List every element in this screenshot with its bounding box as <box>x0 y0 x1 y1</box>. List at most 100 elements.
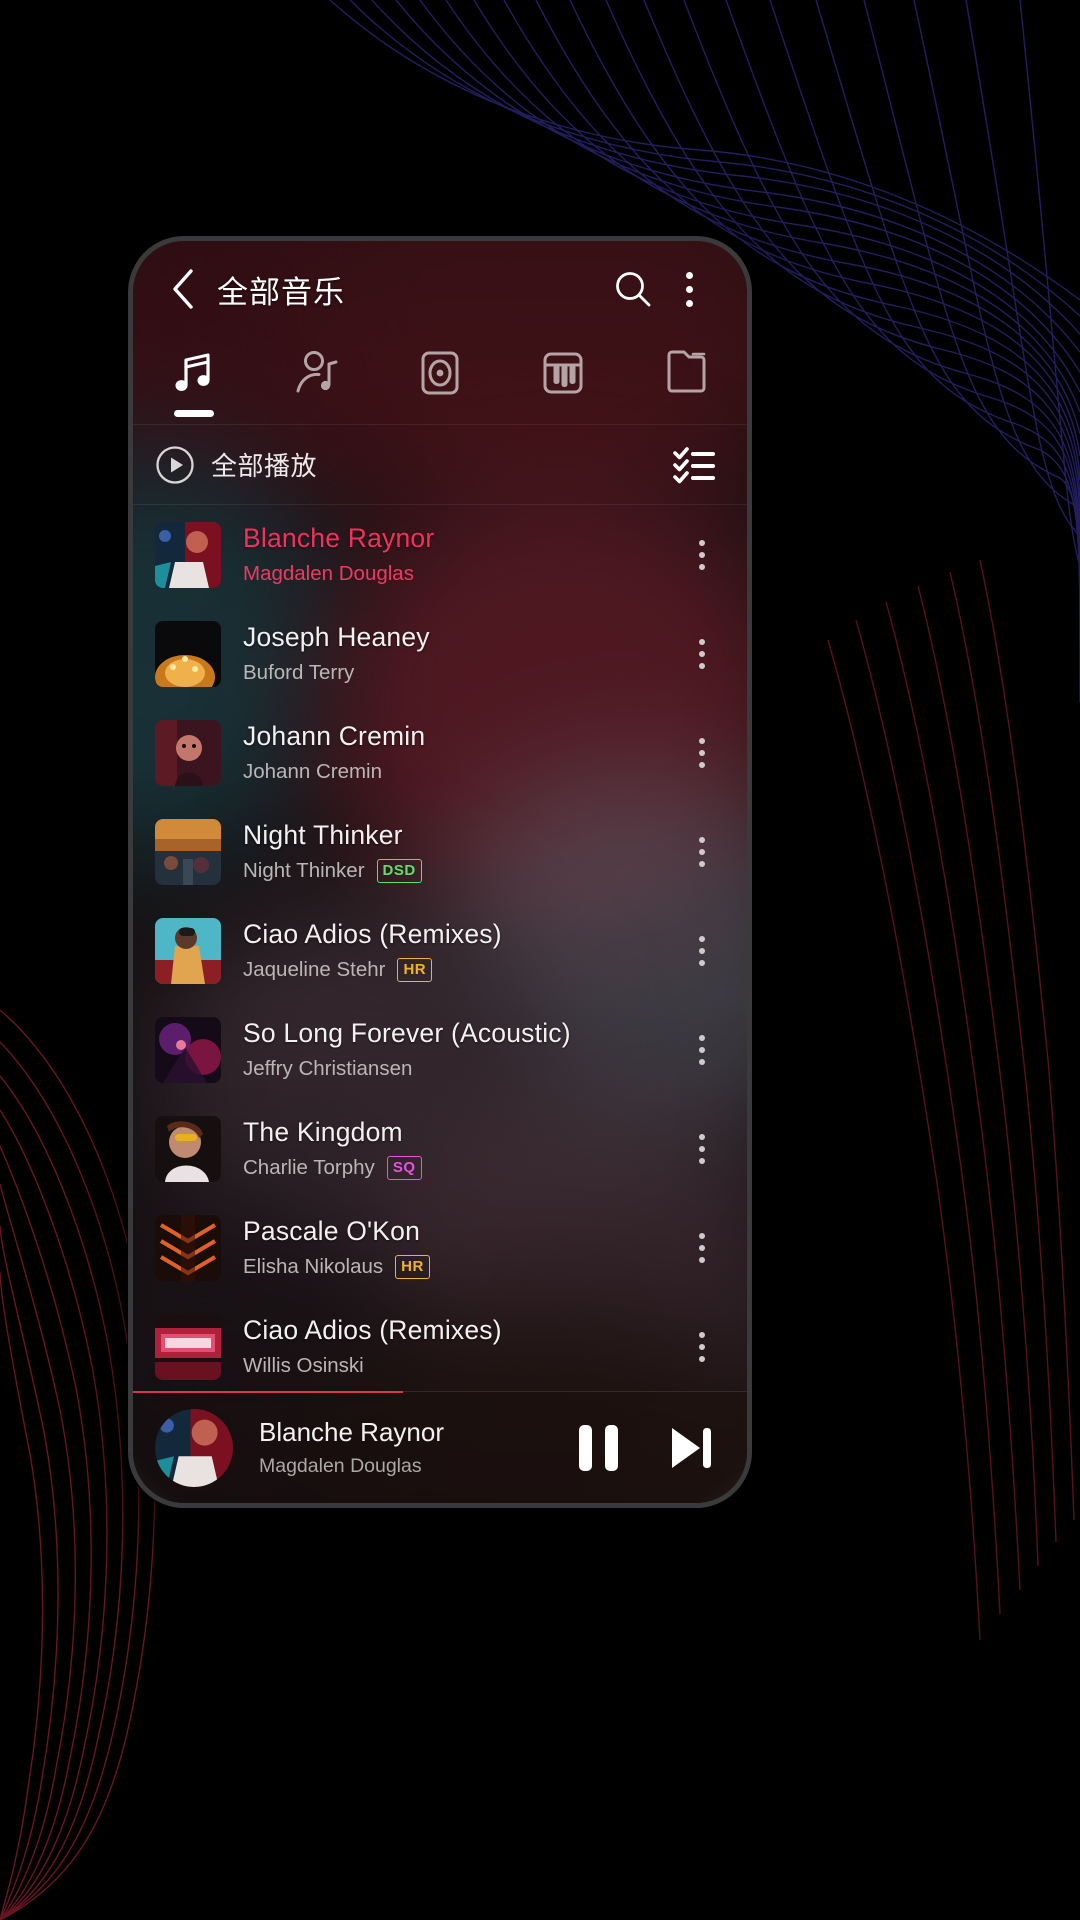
song-row[interactable]: Night Thinker Night Thinker DSD <box>133 802 747 901</box>
song-subtitle-row: Charlie Torphy SQ <box>243 1156 675 1180</box>
song-row[interactable]: Blanche Raynor Magdalen Douglas <box>133 505 747 604</box>
search-icon <box>616 272 651 307</box>
quality-badge: HR <box>395 1255 430 1279</box>
song-title: Johann Cremin <box>243 721 426 751</box>
mini-player-album-art[interactable] <box>155 1408 233 1487</box>
artist-icon <box>296 351 338 393</box>
song-title: Joseph Heaney <box>243 622 430 652</box>
album-art-thumb-7 <box>155 1214 221 1281</box>
overflow-menu-button[interactable] <box>661 261 717 317</box>
song-overflow-button[interactable] <box>675 1113 729 1185</box>
song-meta: Blanche Raynor Magdalen Douglas <box>243 523 675 586</box>
phone-screen: 全部音乐 全部播放 Blanche Raynor Magdalen Dougla… <box>133 241 747 1503</box>
phone-frame: 全部音乐 全部播放 Blanche Raynor Magdalen Dougla… <box>128 236 752 1508</box>
folder-icon <box>667 350 706 393</box>
song-meta: Joseph Heaney Buford Terry <box>243 622 675 685</box>
play-all-button[interactable]: 全部播放 <box>155 445 317 485</box>
album-art <box>155 1313 221 1380</box>
tab-albums[interactable] <box>390 343 490 423</box>
song-title: Night Thinker <box>243 820 403 850</box>
song-artist: Johann Cremin <box>243 760 383 783</box>
song-row[interactable]: Ciao Adios (Remixes) Jaqueline Stehr HR <box>133 901 747 1000</box>
mini-player-artist: Magdalen Douglas <box>259 1455 422 1477</box>
song-list[interactable]: Blanche Raynor Magdalen Douglas Joseph H… <box>133 505 747 1391</box>
song-artist: Jaqueline Stehr <box>243 958 386 981</box>
pause-button[interactable] <box>567 1417 629 1479</box>
album-art <box>155 1115 221 1182</box>
mini-player[interactable]: Blanche Raynor Magdalen Douglas <box>133 1391 747 1503</box>
song-artist: Magdalen Douglas <box>243 562 414 585</box>
album-art-thumb-5 <box>155 1016 221 1083</box>
album-art-thumb-6 <box>155 1115 221 1182</box>
song-overflow-button[interactable] <box>675 618 729 690</box>
song-row[interactable]: The Kingdom Charlie Torphy SQ <box>133 1099 747 1198</box>
play-all-label: 全部播放 <box>211 451 318 481</box>
song-overflow-button[interactable] <box>675 1311 729 1383</box>
song-title: Ciao Adios (Remixes) <box>243 1315 502 1345</box>
song-row[interactable]: Johann Cremin Johann Cremin <box>133 703 747 802</box>
song-artist: Jeffry Christiansen <box>243 1057 413 1080</box>
song-subtitle-row: Jeffry Christiansen <box>243 1057 675 1081</box>
album-art <box>155 1016 221 1083</box>
song-artist: Buford Terry <box>243 661 355 684</box>
album-art <box>155 1214 221 1281</box>
song-overflow-button[interactable] <box>675 816 729 888</box>
song-subtitle-row: Johann Cremin <box>243 760 675 784</box>
song-meta: Johann Cremin Johann Cremin <box>243 721 675 784</box>
quality-badge: HR <box>397 958 433 982</box>
song-meta: So Long Forever (Acoustic) Jeffry Christ… <box>243 1018 675 1081</box>
song-subtitle-row: Willis Osinski <box>243 1354 675 1378</box>
next-track-button[interactable] <box>659 1417 721 1479</box>
song-title: The Kingdom <box>243 1117 403 1147</box>
mini-player-meta: Blanche Raynor Magdalen Douglas <box>259 1417 567 1478</box>
song-overflow-button[interactable] <box>675 717 729 789</box>
checklist-icon <box>673 446 715 483</box>
song-row[interactable]: Pascale O'Kon Elisha Nikolaus HR <box>133 1198 747 1297</box>
song-subtitle-row: Elisha Nikolaus HR <box>243 1255 675 1279</box>
song-row[interactable]: Ciao Adios (Remixes) Willis Osinski <box>133 1297 747 1391</box>
mini-album-art-thumb <box>155 1408 233 1487</box>
song-overflow-button[interactable] <box>675 915 729 987</box>
song-subtitle-row: Night Thinker DSD <box>243 859 675 883</box>
quality-badge: SQ <box>386 1156 422 1180</box>
song-overflow-button[interactable] <box>675 519 729 591</box>
album-art-thumb-1 <box>155 620 221 687</box>
album-art <box>155 818 221 885</box>
pause-icon <box>578 1424 618 1471</box>
song-meta: The Kingdom Charlie Torphy SQ <box>243 1117 675 1180</box>
album-art-thumb-2 <box>155 719 221 786</box>
song-title: Pascale O'Kon <box>243 1216 421 1246</box>
quality-badge: DSD <box>376 859 422 883</box>
mini-player-controls <box>567 1417 721 1479</box>
song-subtitle-row: Jaqueline Stehr HR <box>243 958 675 982</box>
tab-instruments[interactable] <box>513 343 613 423</box>
kebab-menu-icon <box>685 271 693 307</box>
album-art-thumb-4 <box>155 917 221 984</box>
tab-songs[interactable] <box>144 343 244 423</box>
album-art-thumb-3 <box>155 818 221 885</box>
album-art <box>155 521 221 588</box>
song-row[interactable]: So Long Forever (Acoustic) Jeffry Christ… <box>133 1000 747 1099</box>
song-title: Ciao Adios (Remixes) <box>243 919 502 949</box>
song-overflow-button[interactable] <box>675 1014 729 1086</box>
album-art <box>155 719 221 786</box>
song-overflow-button[interactable] <box>675 1212 729 1284</box>
album-art <box>155 917 221 984</box>
song-subtitle-row: Magdalen Douglas <box>243 562 675 586</box>
search-button[interactable] <box>605 261 661 317</box>
chevron-left-icon <box>173 269 193 309</box>
page-title: 全部音乐 <box>217 274 345 310</box>
play-all-bar: 全部播放 <box>133 425 747 505</box>
album-disc-icon <box>421 351 459 395</box>
back-button[interactable] <box>161 267 205 311</box>
song-meta: Ciao Adios (Remixes) Willis Osinski <box>243 1315 675 1378</box>
song-title: So Long Forever (Acoustic) <box>243 1018 571 1048</box>
tab-folders[interactable] <box>636 343 736 423</box>
song-meta: Ciao Adios (Remixes) Jaqueline Stehr HR <box>243 919 675 982</box>
song-artist: Willis Osinski <box>243 1354 364 1377</box>
song-meta: Night Thinker Night Thinker DSD <box>243 820 675 883</box>
song-artist: Night Thinker <box>243 859 365 882</box>
select-all-button[interactable] <box>667 438 721 492</box>
tab-artists[interactable] <box>267 343 367 423</box>
song-row[interactable]: Joseph Heaney Buford Terry <box>133 604 747 703</box>
